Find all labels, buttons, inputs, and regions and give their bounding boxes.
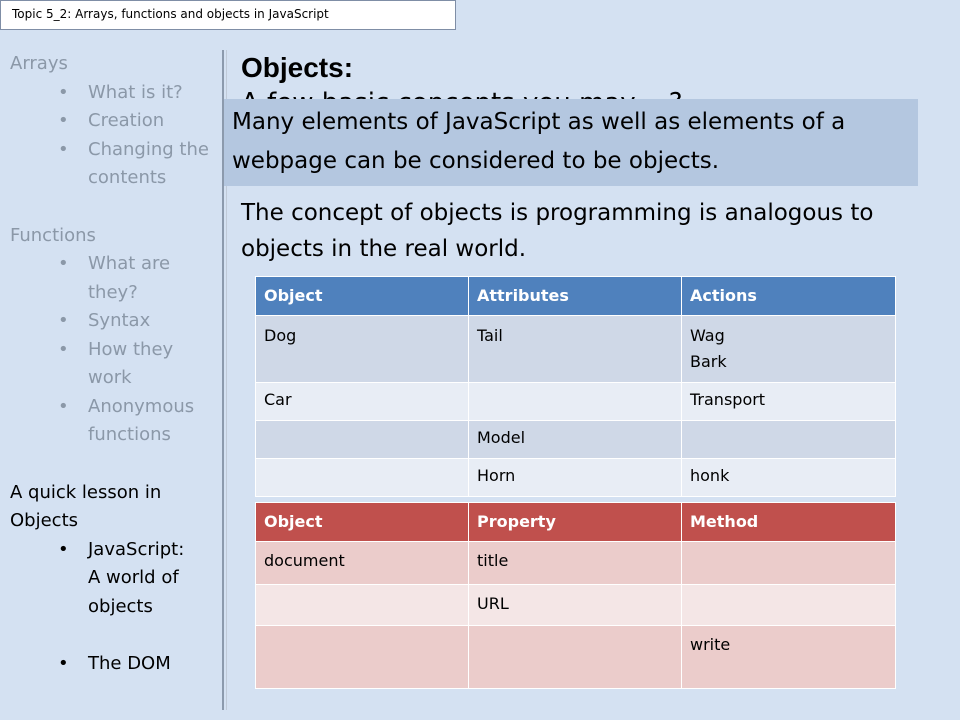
table-cell (681, 584, 896, 626)
slide-title: Objects: (241, 52, 354, 83)
table-cell (255, 458, 469, 497)
table-row: URL (255, 584, 896, 626)
bullet-icon: • (58, 653, 69, 674)
table-cell: honk (681, 458, 896, 497)
table-cell: Horn (468, 458, 682, 497)
topic-header: Topic 5_2: Arrays, functions and objects… (0, 0, 456, 30)
table-cell (255, 625, 469, 689)
bullet-icon: • (58, 253, 69, 274)
table-header-row: Object Attributes Actions (255, 276, 896, 316)
table-cell (681, 420, 896, 459)
concept-text: The concept of objects is programming is… (241, 200, 874, 262)
table-header-cell: Property (468, 502, 682, 542)
sidebar-item-javascript-world[interactable]: • JavaScript: A world of objects (10, 536, 222, 622)
table-cell: Transport (681, 382, 896, 421)
table-cell (468, 625, 682, 689)
bullet-icon: • (58, 81, 69, 103)
table-cell (255, 420, 469, 459)
sidebar-item-what-is-it[interactable]: • What is it? (10, 79, 222, 108)
sidebar-outline: Arrays • What is it? • Creation • Changing … (10, 50, 222, 679)
sidebar-item-the-dom[interactable]: • The DOM (10, 650, 222, 679)
sidebar-section-objects[interactable]: A quick lesson in Objects (10, 479, 222, 536)
sidebar-item-syntax[interactable]: • Syntax (10, 307, 222, 336)
bullet-icon: • (58, 338, 69, 360)
table-cell: document (255, 541, 469, 585)
sidebar-item-anonymous-functions[interactable]: • Anonymous functions (10, 393, 222, 450)
table-cell: Model (468, 420, 682, 459)
table-header-cell: Attributes (468, 276, 682, 316)
table-cell: write (681, 625, 896, 689)
table-row: Model (255, 420, 896, 459)
sidebar-item-how-they-work[interactable]: • How they work (10, 336, 222, 393)
sidebar-item-changing-contents[interactable]: • Changing the contents (10, 136, 222, 193)
bullet-icon: • (58, 110, 69, 131)
callout-box: Many elements of JavaScript as well as e… (224, 99, 918, 186)
table-row: Dog Tail Wag Bark (255, 315, 896, 383)
table-cell (255, 584, 469, 626)
bullet-icon: • (58, 138, 69, 160)
sidebar-item-creation[interactable]: • Creation (10, 107, 222, 136)
bullet-icon: • (58, 395, 69, 417)
table-cell: URL (468, 584, 682, 626)
sidebar-item-what-are-they[interactable]: • What are they? (10, 250, 222, 307)
table-header-row: Object Property Method (255, 502, 896, 542)
sidebar-section-arrays[interactable]: Arrays (10, 50, 222, 79)
table-cell: Dog (255, 315, 469, 383)
bullet-icon: • (58, 538, 69, 560)
table-cell: Car (255, 382, 469, 421)
table-header-cell: Object (255, 276, 469, 316)
bullet-icon: • (58, 310, 69, 331)
table-cell (468, 382, 682, 421)
table-header-cell: Actions (681, 276, 896, 316)
table-cell: Wag Bark (681, 315, 896, 383)
table-cell: Tail (468, 315, 682, 383)
sidebar-section-functions[interactable]: Functions (10, 222, 222, 251)
table-row: document title (255, 541, 896, 585)
table-cell (681, 541, 896, 585)
table-cell: title (468, 541, 682, 585)
objects-table: Object Attributes Actions Dog Tail Wag Ba… (255, 276, 896, 497)
table-header-cell: Object (255, 502, 469, 542)
table-row: Horn honk (255, 458, 896, 497)
table-row: Car Transport (255, 382, 896, 421)
dom-properties-table: Object Property Method document title UR… (255, 502, 896, 689)
table-row: write (255, 625, 896, 689)
table-header-cell: Method (681, 502, 896, 542)
